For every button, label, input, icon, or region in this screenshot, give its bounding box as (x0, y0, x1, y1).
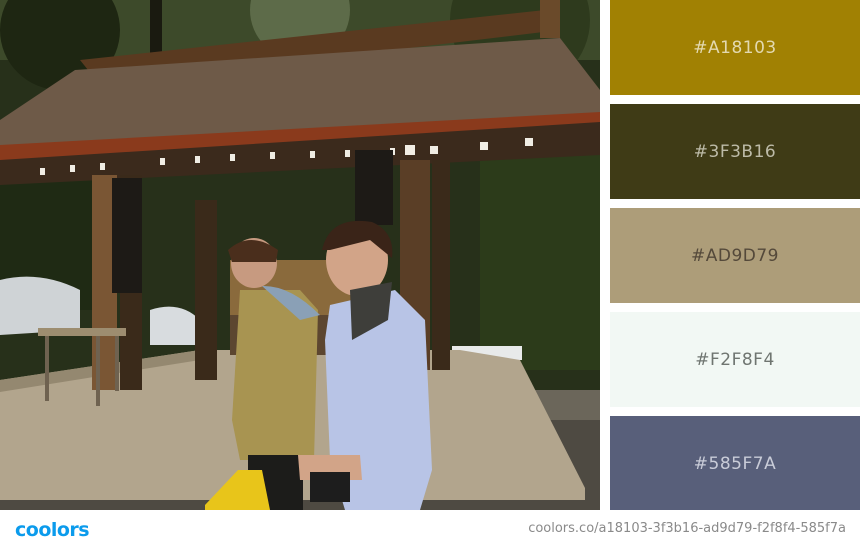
palette-url-link[interactable]: coolors.co/a18103-3f3b16-ad9d79-f2f8f4-5… (528, 521, 846, 536)
swatch-hex-label: #585F7A (693, 453, 777, 474)
swatch-hex-label: #F2F8F4 (695, 349, 775, 370)
swatch-hex-label: #3F3B16 (693, 141, 777, 162)
photo (0, 0, 600, 510)
swatch-hex-label: #A18103 (693, 37, 777, 58)
coolors-logo[interactable]: coolors (15, 519, 90, 541)
color-swatch-4[interactable]: #F2F8F4 (610, 312, 860, 407)
swatch-hex-label: #AD9D79 (690, 245, 779, 266)
color-swatch-2[interactable]: #3F3B16 (610, 104, 860, 199)
color-swatch-1[interactable]: #A18103 (610, 0, 860, 95)
color-palette: #A18103 #3F3B16 #AD9D79 #F2F8F4 #585F7A (610, 0, 860, 511)
color-swatch-3[interactable]: #AD9D79 (610, 208, 860, 303)
color-swatch-5[interactable]: #585F7A (610, 416, 860, 511)
shrine-photo-illustration (0, 0, 600, 510)
footer: coolors coolors.co/a18103-3f3b16-ad9d79-… (0, 510, 860, 550)
